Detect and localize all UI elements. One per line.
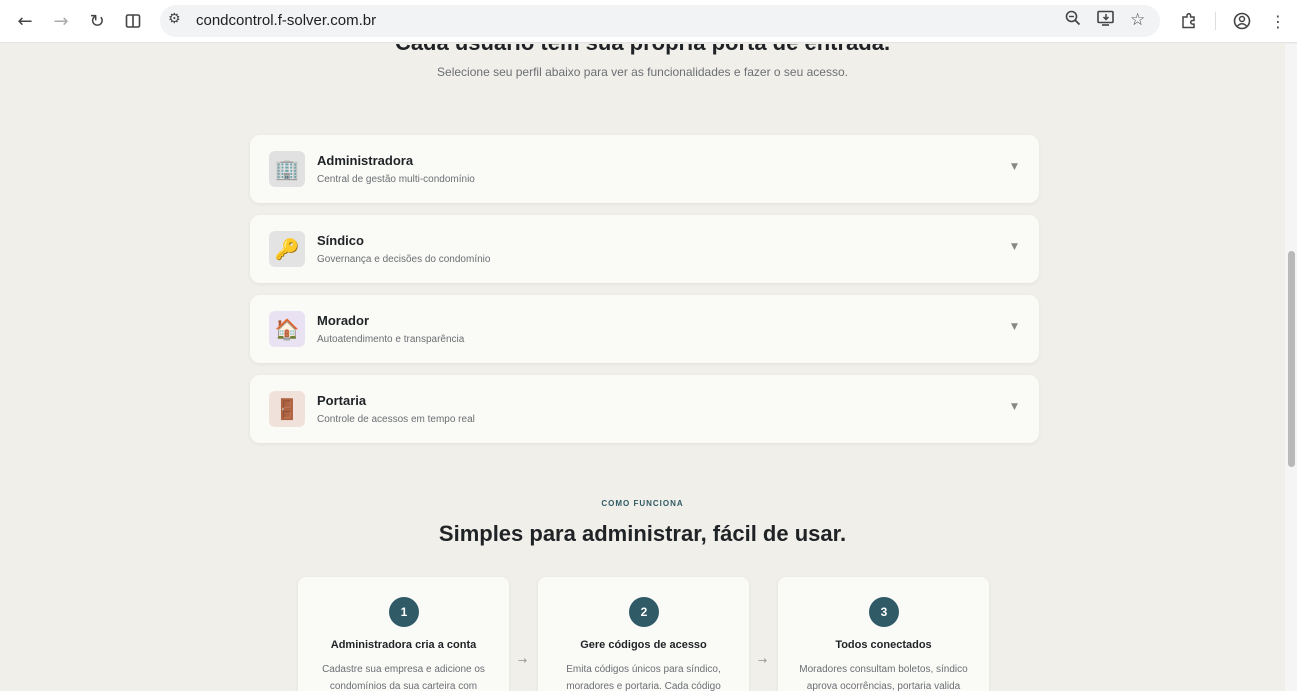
chevron-down-icon[interactable]: ▼ (1011, 322, 1018, 332)
step-text: Moradores consultam boletos, síndico apr… (799, 664, 968, 691)
step-number: 3 (869, 597, 899, 627)
toolbar-divider (1215, 12, 1216, 30)
step-title: Todos conectados (835, 639, 932, 651)
step-card: 2 Gere códigos de acesso Emita códigos ú… (538, 577, 749, 691)
step-title: Gere códigos de acesso (580, 639, 707, 651)
reload-icon[interactable]: ↻ (84, 8, 110, 34)
profile-card-administradora[interactable]: 🏢 Administradora Central de gestão multi… (250, 135, 1039, 203)
arrow-right-icon: → (758, 654, 768, 667)
chevron-down-icon[interactable]: ▼ (1011, 402, 1018, 412)
split-view-icon[interactable] (120, 8, 146, 34)
profile-description: Governança e decisões do condomínio (317, 254, 491, 265)
profile-card-portaria[interactable]: 🚪 Portaria Controle de acessos em tempo … (250, 375, 1039, 443)
profile-icon[interactable] (1229, 8, 1255, 34)
browser-toolbar: ← → ↻ ⚙ condcontrol.f-solver.com.br ☆ ⋮ (0, 0, 1297, 43)
profiles-heading: Cada usuário tem sua própria porta de en… (0, 44, 1285, 56)
url-text[interactable]: condcontrol.f-solver.com.br (196, 12, 376, 29)
page-viewport: Cada usuário tem sua própria porta de en… (0, 44, 1285, 691)
chevron-down-icon[interactable]: ▼ (1011, 242, 1018, 252)
bookmark-star-icon[interactable]: ☆ (1130, 10, 1145, 30)
profile-description: Central de gestão multi-condomínio (317, 174, 475, 185)
door-icon: 🚪 (269, 391, 305, 427)
site-settings-icon[interactable]: ⚙ (168, 11, 181, 27)
section-title: Simples para administrar, fácil de usar. (438, 521, 847, 546)
extensions-icon[interactable] (1176, 8, 1202, 34)
forward-icon[interactable]: → (48, 8, 74, 34)
scrollbar-thumb[interactable] (1288, 251, 1295, 467)
profile-name: Síndico (317, 233, 364, 248)
section-eyebrow: COMO FUNCIONA (601, 499, 684, 508)
profile-description: Controle de acessos em tempo real (317, 414, 475, 425)
profiles-subtitle: Selecione seu perfil abaixo para ver as … (437, 65, 848, 79)
step-card: 1 Administradora cria a conta Cadastre s… (298, 577, 509, 691)
install-app-icon[interactable] (1097, 10, 1115, 30)
step-number: 1 (389, 597, 419, 627)
profile-name: Morador (317, 313, 369, 328)
step-text: Emita códigos únicos para síndico, morad… (566, 664, 721, 691)
profile-card-sindico[interactable]: 🔑 Síndico Governança e decisões do condo… (250, 215, 1039, 283)
step-text: Cadastre sua empresa e adicione os condo… (322, 664, 485, 691)
profile-card-morador[interactable]: 🏠 Morador Autoatendimento e transparênci… (250, 295, 1039, 363)
zoom-icon[interactable] (1065, 10, 1081, 30)
page-scrollbar[interactable] (1285, 44, 1297, 691)
step-title: Administradora cria a conta (330, 639, 477, 651)
house-icon: 🏠 (269, 311, 305, 347)
chevron-down-icon[interactable]: ▼ (1011, 162, 1018, 172)
profile-name: Portaria (317, 393, 367, 408)
back-icon[interactable]: ← (12, 8, 38, 34)
menu-icon[interactable]: ⋮ (1265, 8, 1291, 34)
step-number: 2 (629, 597, 659, 627)
step-card: 3 Todos conectados Moradores consultam b… (778, 577, 989, 691)
arrow-right-icon: → (518, 654, 528, 667)
building-icon: 🏢 (269, 151, 305, 187)
address-bar[interactable]: ⚙ condcontrol.f-solver.com.br ☆ (160, 5, 1160, 37)
key-icon: 🔑 (269, 231, 305, 267)
profile-name: Administradora (317, 153, 414, 168)
profile-description: Autoatendimento e transparência (317, 334, 465, 345)
